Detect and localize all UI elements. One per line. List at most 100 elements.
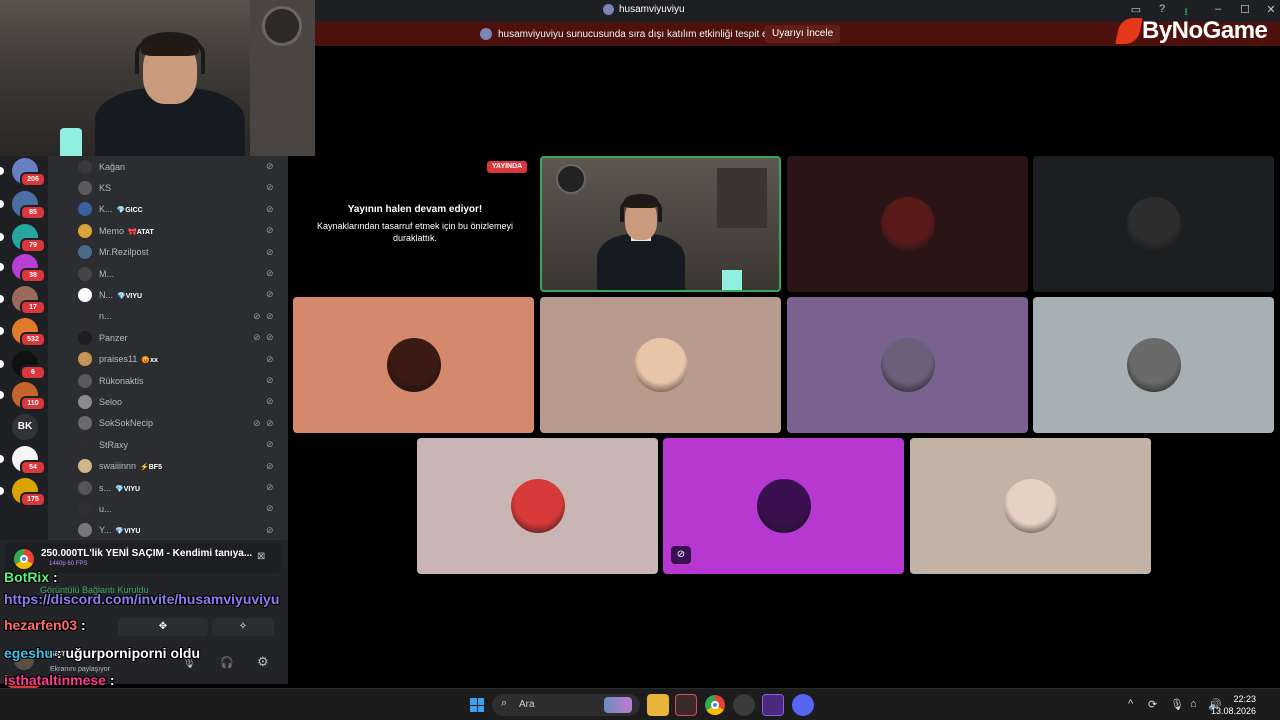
voice-member[interactable]: Y... 💎VIYU ⊘ <box>48 520 288 540</box>
unread-indicator <box>0 487 4 495</box>
member-avatar <box>78 266 92 281</box>
stream-video-tile[interactable] <box>540 156 781 292</box>
participant-tile[interactable] <box>1033 297 1274 433</box>
participant-tile[interactable] <box>417 438 658 574</box>
voice-member[interactable]: swaiiinnn ⚡BF5 ⊘ <box>48 456 288 477</box>
member-name: praises11 😡xx <box>99 354 158 364</box>
voice-member[interactable]: Rükonaktis ⊘ <box>48 370 288 391</box>
system-clock[interactable]: 22:23 13.08.2026 <box>1211 693 1256 717</box>
chrome-icon <box>14 549 34 569</box>
member-avatar <box>78 159 92 174</box>
terminal-app-icon[interactable] <box>675 694 697 716</box>
voice-member[interactable]: n... ⊘ ⊘ <box>48 306 288 327</box>
network-icon[interactable]: ⌂ <box>1190 698 1197 710</box>
participant-tile[interactable] <box>293 297 534 433</box>
member-avatar <box>78 373 92 388</box>
discord-icon[interactable] <box>792 694 814 716</box>
mic-muted-icon: ⊘ <box>266 332 274 343</box>
voice-member[interactable]: praises11 😡xx ⊘ <box>48 349 288 370</box>
member-tag: 😡xx <box>141 357 158 365</box>
member-name-text: s... <box>99 482 112 493</box>
sync-icon[interactable]: ⟳ <box>1148 698 1157 711</box>
chat-message: egeshu : uğurporniporni oldu <box>4 645 200 661</box>
file-explorer-icon[interactable] <box>647 694 669 716</box>
member-avatar <box>78 245 92 260</box>
voice-member[interactable]: Mr.Rezilpost ⊘ <box>48 242 288 263</box>
taskbar-search[interactable]: ⌕ Ara <box>492 694 640 716</box>
background-lamp <box>722 270 742 290</box>
close-stream-icon[interactable]: ⊠ <box>257 551 265 562</box>
participant-tile[interactable] <box>910 438 1151 574</box>
participant-avatar <box>756 479 811 533</box>
participant-tile[interactable]: ⊘ <box>663 438 904 574</box>
soundboard-button[interactable]: ✧ <box>212 618 274 636</box>
unread-indicator <box>0 263 4 271</box>
windows-start-icon[interactable] <box>470 698 484 712</box>
maximize-button[interactable]: ☐ <box>1237 3 1253 16</box>
voice-member[interactable]: s... 💎VIYU ⊘ <box>48 477 288 498</box>
voice-member[interactable]: Kağan ⊘ <box>48 156 288 177</box>
obs-icon[interactable] <box>733 694 755 716</box>
chrome-taskbar-icon[interactable] <box>704 694 726 716</box>
mic-muted-icon: ⊘ <box>266 460 274 471</box>
member-avatar <box>78 309 92 324</box>
chat-username: BotRix <box>4 569 50 585</box>
participant-avatar <box>510 479 565 533</box>
voice-member[interactable]: N... 💎VIYU ⊘ <box>48 284 288 305</box>
unread-indicator <box>0 360 4 368</box>
streaming-app-icon[interactable] <box>762 694 784 716</box>
participant-tile[interactable] <box>1033 156 1274 292</box>
unread-indicator <box>0 391 4 399</box>
settings-gear-icon[interactable]: ⚙ <box>257 654 269 670</box>
chat-message: isthataltinmese : <box>4 672 115 688</box>
activity-button[interactable]: ✥ <box>118 618 208 636</box>
member-name: u... <box>99 504 112 514</box>
voice-member[interactable]: K... 💎GICC ⊘ <box>48 199 288 220</box>
mention-badge: 6 <box>20 365 46 380</box>
mention-badge: 54 <box>20 460 46 475</box>
member-name: N... 💎VIYU <box>99 290 142 300</box>
paused-title: Yayının halen devam ediyor! <box>347 204 483 215</box>
mic-muted-icon: ⊘ <box>671 546 691 564</box>
voice-member[interactable]: StRaxy ⊘ <box>48 434 288 455</box>
voice-member[interactable]: KS ⊘ <box>48 177 288 198</box>
minimize-button[interactable]: – <box>1210 3 1226 15</box>
show-hidden-icons[interactable]: ^ <box>1128 698 1133 710</box>
member-name: StRaxy <box>99 440 128 450</box>
voice-members-list: Kağan ⊘ KS ⊘ K... 💎GICC ⊘ Memo 🎀ATAT ⊘ Mr.Rezilpos… <box>48 156 288 540</box>
review-warning-button[interactable]: Uyarıyı İncele <box>765 25 841 43</box>
member-name-text: Mr.Rezilpost <box>99 247 149 258</box>
voice-member[interactable]: SokSokNecip ⊘ ⊘ <box>48 413 288 434</box>
voice-member[interactable]: Seloo ⊘ <box>48 391 288 412</box>
participant-avatar <box>386 338 441 392</box>
voice-member[interactable]: Panzer ⊘ ⊘ <box>48 327 288 348</box>
member-avatar <box>78 501 92 516</box>
server-icon <box>603 4 614 15</box>
mic-muted-icon: ⊘ <box>266 353 274 364</box>
voice-member[interactable]: M... ⊘ <box>48 263 288 284</box>
mic-muted-icon: ⊘ <box>266 417 274 428</box>
close-button[interactable]: ✕ <box>1263 3 1279 16</box>
member-name: KS <box>99 183 111 193</box>
inbox-icon[interactable]: ▭ <box>1128 3 1144 16</box>
voice-member[interactable]: Memo 🎀ATAT ⊘ <box>48 220 288 241</box>
participant-tile[interactable] <box>787 156 1028 292</box>
member-name: swaiiinnn ⚡BF5 <box>99 461 162 471</box>
mention-badge: 175 <box>20 492 46 507</box>
microphone-tray-icon[interactable]: 🎙 <box>1170 698 1184 711</box>
alert-message: husamviyuviyu sunucusunda sıra dışı katı… <box>480 28 785 40</box>
member-avatar <box>78 523 92 538</box>
voice-member[interactable]: u... ⊘ <box>48 498 288 519</box>
server-icon[interactable]: BK <box>12 414 38 440</box>
member-avatar <box>78 459 92 474</box>
participant-tile[interactable] <box>787 297 1028 433</box>
unread-indicator <box>0 233 4 241</box>
chat-separator: : <box>105 672 115 688</box>
participant-tile[interactable] <box>540 297 781 433</box>
chat-text: https://discord.com/invite/husamviyuviyu <box>4 591 280 607</box>
logo-mark-icon <box>1115 18 1143 44</box>
chat-text: uğurporniporni oldu <box>61 645 200 661</box>
help-icon[interactable]: ? <box>1154 3 1170 15</box>
headphones-icon[interactable]: 🎧 <box>220 656 234 669</box>
member-avatar <box>78 437 92 452</box>
